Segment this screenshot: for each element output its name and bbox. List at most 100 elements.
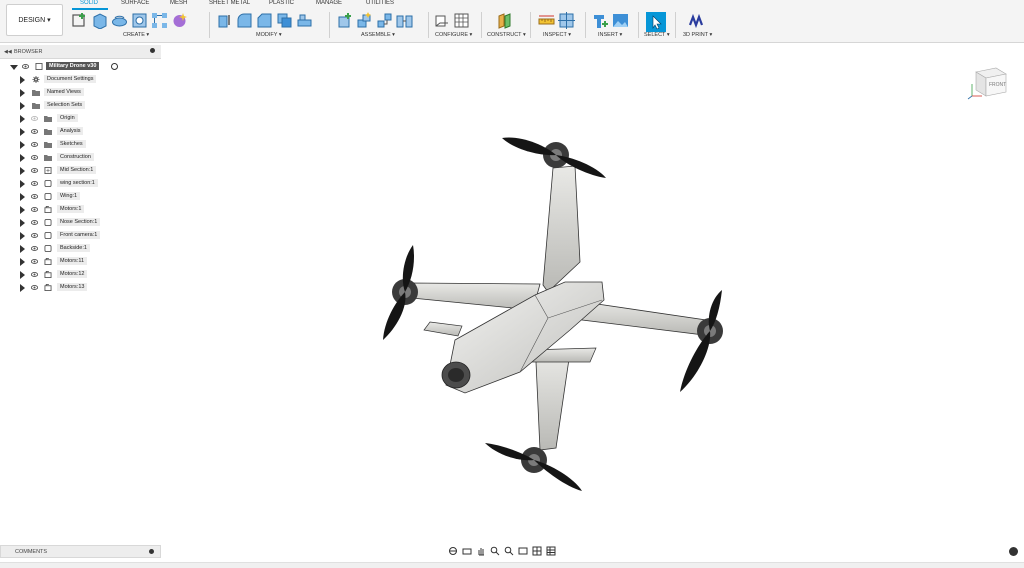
tab-surface[interactable]: SURFACE: [121, 0, 149, 6]
expand-icon[interactable]: [20, 206, 25, 214]
tree-item-motors-11[interactable]: Motors:11: [0, 256, 161, 268]
joint-origin-icon[interactable]: [396, 12, 413, 29]
viewcube-front-face[interactable]: FRONT: [989, 82, 1006, 88]
visibility-eye-icon[interactable]: [31, 245, 38, 252]
zoom-icon[interactable]: [490, 546, 500, 556]
visibility-eye-icon[interactable]: [31, 128, 38, 135]
tab-plastic[interactable]: PLASTIC: [269, 0, 294, 6]
expand-icon[interactable]: [10, 65, 18, 70]
visibility-eye-off-icon[interactable]: [31, 115, 38, 122]
display-settings-icon[interactable]: [518, 546, 528, 556]
tree-item-sketches[interactable]: Sketches: [0, 139, 161, 151]
expand-icon[interactable]: [20, 180, 25, 188]
expand-icon[interactable]: [20, 271, 25, 279]
tree-item-origin[interactable]: Origin: [0, 113, 161, 125]
align-icon[interactable]: [296, 12, 313, 29]
pan-hand-icon[interactable]: [476, 546, 486, 556]
tree-item-selection-sets[interactable]: Selection Sets: [0, 100, 161, 112]
as-built-joint-icon[interactable]: [376, 12, 393, 29]
browser-panel-header[interactable]: ◀◀ BROWSER: [0, 45, 161, 59]
expand-icon[interactable]: [20, 89, 25, 97]
press-pull-icon[interactable]: [216, 12, 233, 29]
tab-mesh[interactable]: MESH: [170, 0, 187, 6]
create-menu[interactable]: CREATE ▾: [123, 32, 149, 38]
tree-item-named-views[interactable]: Named Views: [0, 87, 161, 99]
create-form-icon[interactable]: [171, 12, 188, 29]
section-analysis-icon[interactable]: [558, 12, 575, 29]
tab-solid[interactable]: SOLID: [80, 0, 98, 6]
tree-item-document-settings[interactable]: Document Settings: [0, 74, 161, 86]
expand-icon[interactable]: [20, 258, 25, 266]
visibility-eye-icon[interactable]: [31, 167, 38, 174]
expand-icon[interactable]: [20, 128, 25, 136]
viewport-layout-icon[interactable]: [546, 546, 556, 556]
3d-print-menu[interactable]: 3D PRINT ▾: [683, 32, 712, 38]
expand-icon[interactable]: [20, 76, 25, 84]
3d-print-icon[interactable]: [688, 12, 705, 29]
expand-icon[interactable]: [20, 219, 25, 227]
activate-target-icon[interactable]: [111, 63, 118, 70]
3d-viewport[interactable]: [161, 43, 1024, 563]
grid-settings-icon[interactable]: [532, 546, 542, 556]
panel-options-icon[interactable]: [150, 48, 155, 53]
visibility-eye-icon[interactable]: [31, 180, 38, 187]
tree-item-wing[interactable]: Wing:1: [0, 191, 161, 203]
expand-icon[interactable]: [20, 245, 25, 253]
expand-icon[interactable]: [20, 193, 25, 201]
expand-icon[interactable]: [20, 102, 25, 110]
visibility-eye-icon[interactable]: [31, 232, 38, 239]
insert-menu[interactable]: INSERT ▾: [598, 32, 622, 38]
tree-item-motors-1[interactable]: Motors:1: [0, 204, 161, 216]
orbit-icon[interactable]: [448, 546, 458, 556]
select-menu[interactable]: SELECT ▾: [644, 32, 670, 38]
pattern-icon[interactable]: [151, 12, 168, 29]
visibility-eye-icon[interactable]: [31, 258, 38, 265]
modify-menu[interactable]: MODIFY ▾: [256, 32, 282, 38]
measure-icon[interactable]: [538, 12, 555, 29]
visibility-eye-icon[interactable]: [31, 141, 38, 148]
tree-item-front-camera[interactable]: Front camera:1: [0, 230, 161, 242]
shell-icon[interactable]: [276, 12, 293, 29]
new-sketch-icon[interactable]: [71, 12, 88, 29]
expand-icon[interactable]: [20, 154, 25, 162]
tab-sheet-metal[interactable]: SHEET METAL: [209, 0, 250, 6]
comments-add-icon[interactable]: [149, 549, 154, 554]
configure-design-icon[interactable]: [433, 12, 450, 29]
tree-item-backside[interactable]: Backside:1: [0, 243, 161, 255]
expand-icon[interactable]: [20, 115, 25, 123]
tree-root[interactable]: Military Drone v30: [0, 61, 161, 73]
tree-item-motors-13[interactable]: Motors:13: [0, 282, 161, 294]
insert-canvas-icon[interactable]: [612, 12, 629, 29]
joint-icon[interactable]: [356, 12, 373, 29]
expand-icon[interactable]: [20, 167, 25, 175]
configure-menu[interactable]: CONFIGURE ▾: [435, 32, 472, 38]
revolve-icon[interactable]: [111, 12, 128, 29]
insert-derive-icon[interactable]: [592, 12, 609, 29]
tab-manage[interactable]: MANAGE: [316, 0, 342, 6]
tree-item-analysis[interactable]: Analysis: [0, 126, 161, 138]
new-component-icon[interactable]: [336, 12, 353, 29]
drone-model[interactable]: [161, 43, 1024, 563]
help-icon[interactable]: [1009, 547, 1018, 556]
expand-icon[interactable]: [20, 232, 25, 240]
visibility-eye-icon[interactable]: [31, 219, 38, 226]
design-workspace-button[interactable]: DESIGN ▾: [6, 4, 63, 36]
visibility-eye-icon[interactable]: [31, 271, 38, 278]
visibility-eye-icon[interactable]: [22, 63, 29, 70]
fillet-icon[interactable]: [236, 12, 253, 29]
expand-icon[interactable]: [20, 284, 25, 292]
viewcube[interactable]: FRONT: [966, 62, 1010, 100]
tree-item-construction[interactable]: Construction: [0, 152, 161, 164]
tab-utilities[interactable]: UTILITIES: [366, 0, 394, 6]
visibility-eye-icon[interactable]: [31, 284, 38, 291]
visibility-eye-icon[interactable]: [31, 193, 38, 200]
assemble-menu[interactable]: ASSEMBLE ▾: [361, 32, 395, 38]
expand-icon[interactable]: [20, 141, 25, 149]
visibility-eye-icon[interactable]: [31, 206, 38, 213]
extrude-icon[interactable]: [91, 12, 108, 29]
tree-item-motors-12[interactable]: Motors:12: [0, 269, 161, 281]
inspect-menu[interactable]: INSPECT ▾: [543, 32, 571, 38]
look-at-icon[interactable]: [462, 546, 472, 556]
chamfer-icon[interactable]: [256, 12, 273, 29]
tree-item-mid-section[interactable]: Mid Section:1: [0, 165, 161, 177]
